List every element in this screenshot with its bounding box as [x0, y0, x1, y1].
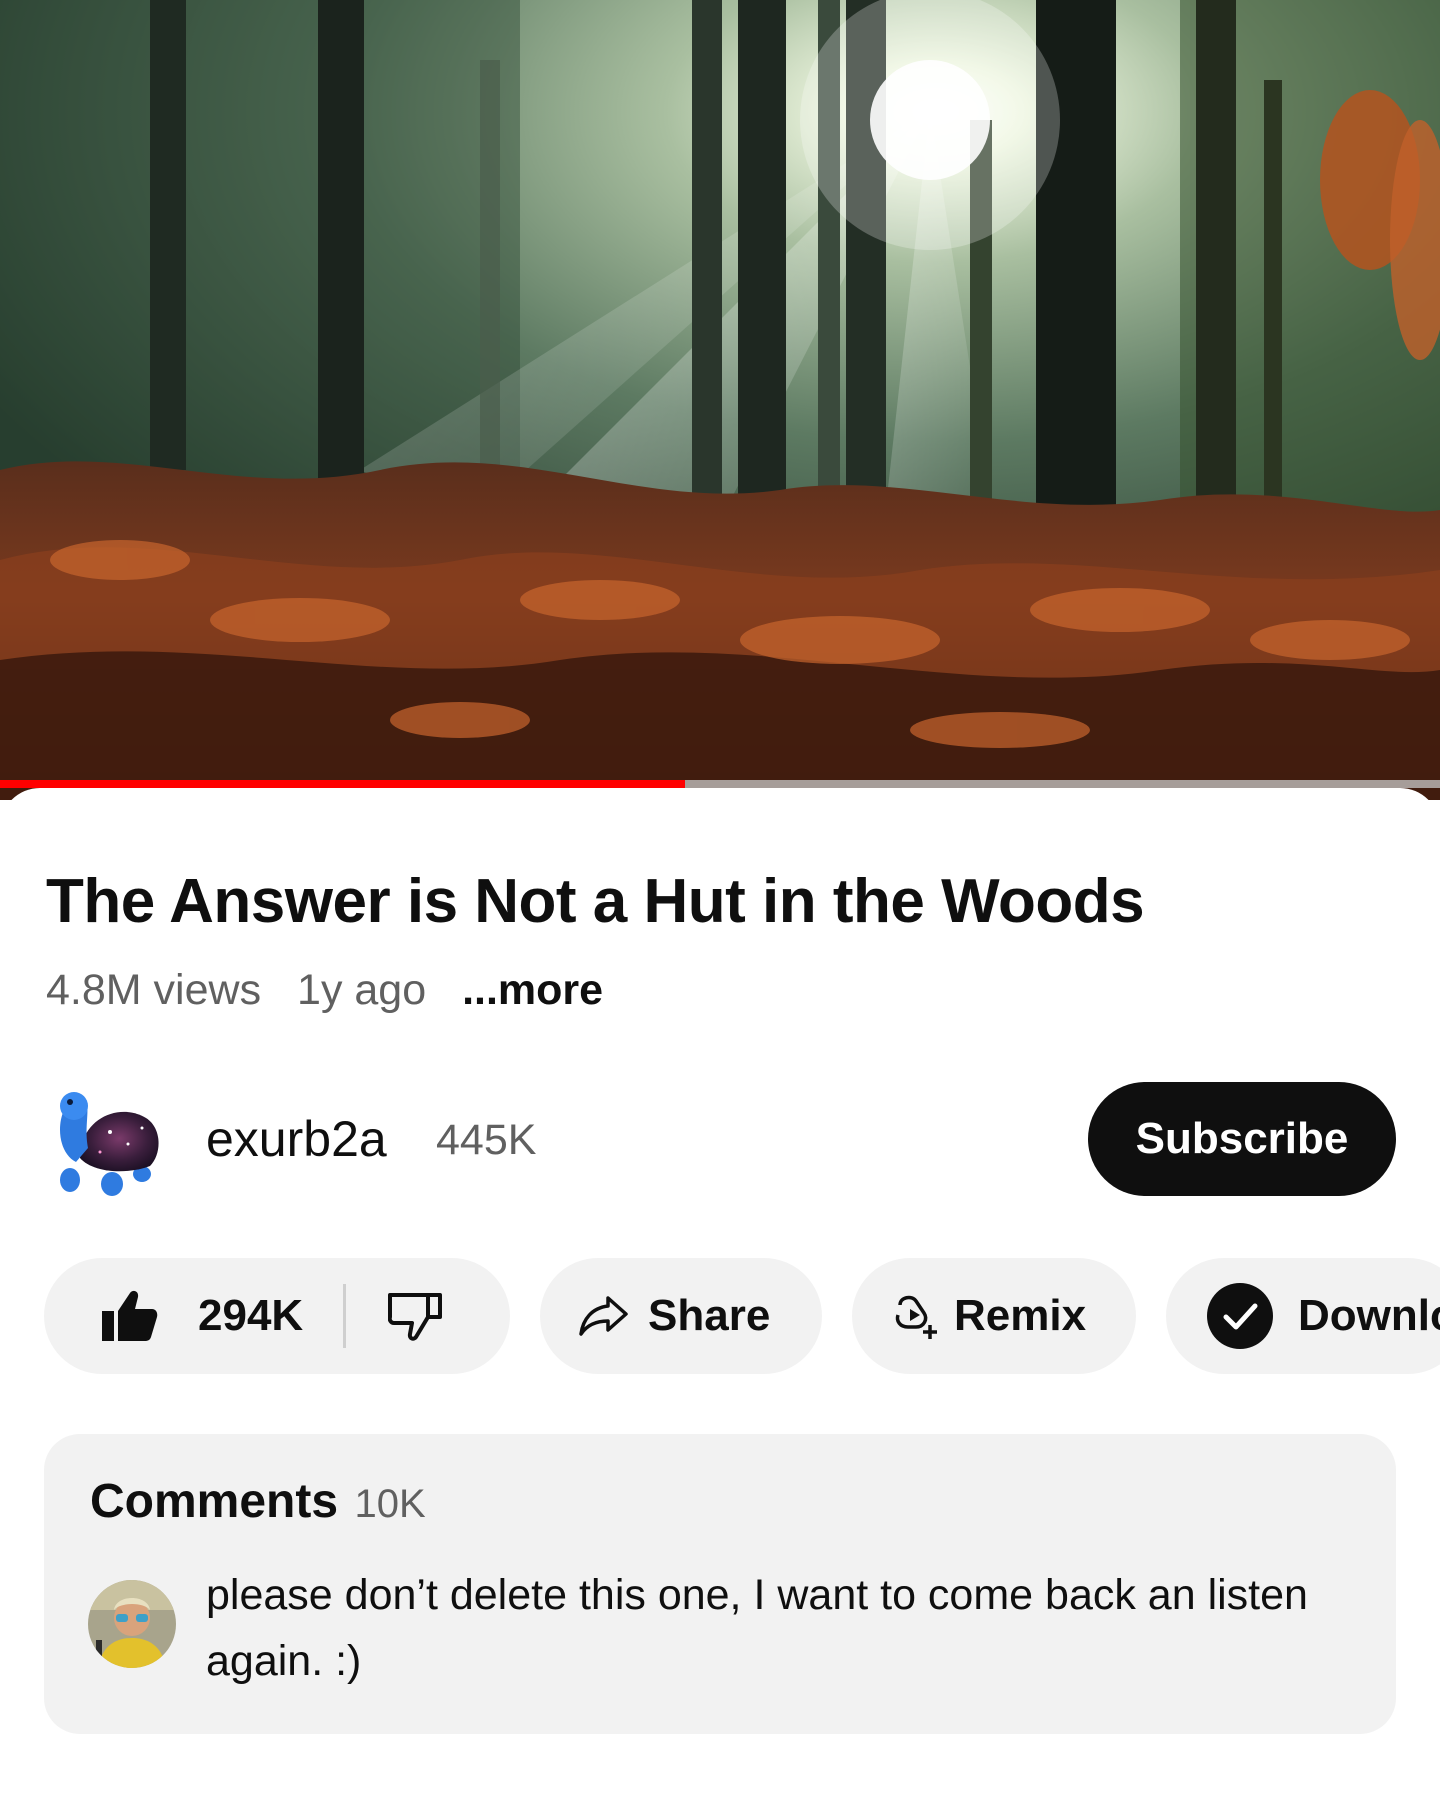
video-thumbnail: [0, 0, 1440, 800]
share-label: Share: [648, 1291, 771, 1340]
video-title: The Answer is Not a Hut in the Woods: [46, 867, 1145, 936]
like-count[interactable]: 294K: [198, 1291, 303, 1341]
comments-header: Comments 10K: [90, 1474, 426, 1529]
progress-bar[interactable]: [0, 780, 1440, 788]
channel-avatar[interactable]: [50, 1088, 168, 1196]
thumbs-up-icon[interactable]: [100, 1289, 158, 1343]
like-divider: [343, 1284, 347, 1348]
comments-count: 10K: [354, 1482, 426, 1526]
remix-label: Remix: [954, 1291, 1087, 1340]
progress-bar-fill: [0, 780, 686, 788]
video-meta[interactable]: 4.8M views 1y ago ...more: [46, 966, 627, 1015]
thumbs-down-icon[interactable]: [388, 1291, 443, 1341]
upload-age: 1y ago: [297, 966, 427, 1014]
comments-section[interactable]: Comments 10K please don’t delete this on…: [44, 1434, 1396, 1734]
remix-icon: [890, 1291, 940, 1341]
share-button[interactable]: Share: [540, 1258, 822, 1374]
comment-author-avatar[interactable]: [88, 1580, 176, 1668]
comments-title: Comments: [90, 1475, 339, 1528]
more-link[interactable]: ...more: [462, 966, 603, 1014]
video-player[interactable]: [0, 0, 1440, 800]
download-label: Downlo: [1298, 1291, 1440, 1340]
share-arrow-icon: [578, 1294, 630, 1338]
remix-button[interactable]: Remix: [852, 1258, 1136, 1374]
like-dislike-group: 294K: [44, 1258, 510, 1374]
subscriber-count: 445K: [436, 1116, 537, 1164]
view-count: 4.8M views: [46, 966, 262, 1014]
channel-name[interactable]: exurb2a: [206, 1110, 387, 1168]
check-circle-icon: [1206, 1282, 1274, 1350]
subscribe-button[interactable]: Subscribe: [1088, 1082, 1396, 1196]
download-button[interactable]: Downlo: [1166, 1258, 1440, 1374]
top-comment-text: please don’t delete this one, I want to …: [206, 1571, 1308, 1685]
